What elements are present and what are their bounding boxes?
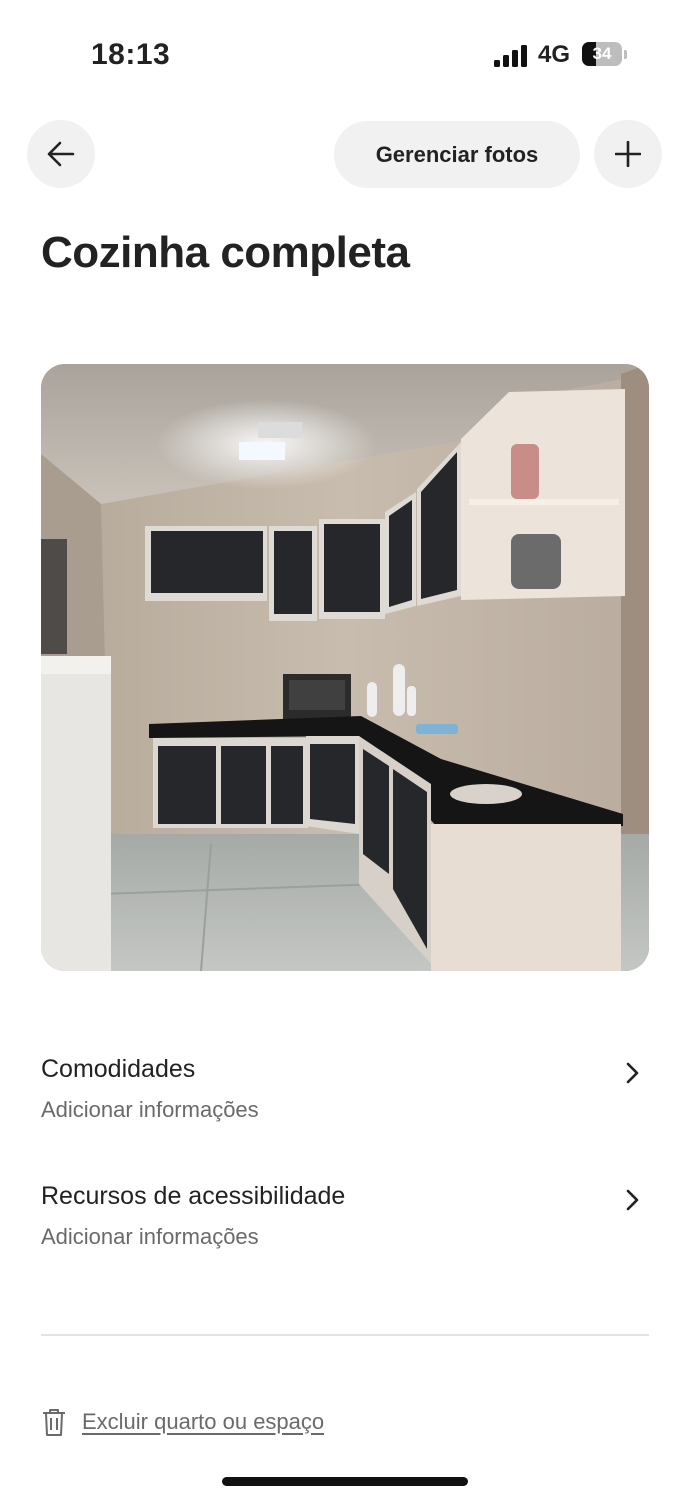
delete-room-link[interactable]: Excluir quarto ou espaço (41, 1405, 324, 1439)
network-type: 4G (538, 41, 571, 68)
chevron-right-icon (626, 1189, 639, 1211)
divider (41, 1334, 649, 1336)
page-title: Cozinha completa (41, 228, 410, 277)
accessibility-title: Recursos de acessibilidade (41, 1182, 346, 1210)
add-button[interactable] (594, 120, 662, 188)
accessibility-subtitle: Adicionar informações (41, 1224, 259, 1249)
amenities-row[interactable]: Comodidades Adicionar informações (41, 1055, 649, 1145)
status-bar: 18:13 4G 34 (0, 0, 690, 110)
room-photo[interactable] (41, 364, 649, 971)
chevron-right-icon (626, 1062, 639, 1084)
arrow-left-icon (47, 141, 75, 167)
amenities-title: Comodidades (41, 1055, 196, 1083)
status-time: 18:13 (91, 38, 171, 71)
battery-body: 34 (582, 42, 622, 66)
accessibility-row[interactable]: Recursos de acessibilidade Adicionar inf… (41, 1182, 649, 1272)
kitchen-photo-image (41, 364, 649, 971)
plus-icon (615, 141, 641, 167)
trash-icon (43, 1409, 65, 1436)
battery-level: 34 (592, 44, 612, 63)
back-button[interactable] (27, 120, 95, 188)
home-indicator[interactable] (222, 1477, 468, 1486)
battery-icon: 34 (582, 42, 628, 68)
battery-cap (624, 50, 627, 59)
signal-icon (494, 45, 527, 67)
delete-room-label[interactable]: Excluir quarto ou espaço (82, 1409, 324, 1435)
amenities-subtitle: Adicionar informações (41, 1097, 259, 1122)
manage-photos-button[interactable]: Gerenciar fotos (334, 121, 580, 188)
